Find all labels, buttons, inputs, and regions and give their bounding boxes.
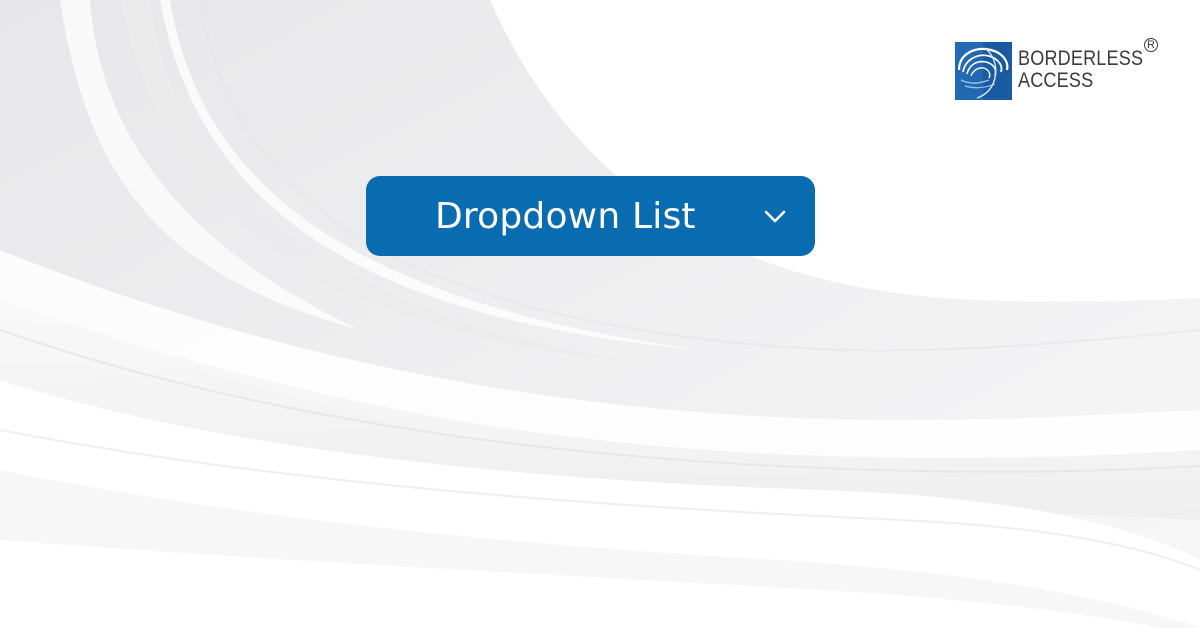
borderless-access-logo-icon bbox=[955, 42, 1012, 100]
registered-trademark-icon: R bbox=[1144, 38, 1158, 52]
brand-name-line2: ACCESS bbox=[1018, 69, 1094, 92]
chevron-down-icon bbox=[764, 210, 786, 223]
brand-logo: BORDERLESS ACCESS bbox=[955, 40, 1164, 100]
brand-name: BORDERLESS ACCESS bbox=[1018, 48, 1143, 92]
brand-name-line1: BORDERLESS bbox=[1018, 47, 1144, 70]
page-canvas: BORDERLESS ACCESS R Dropdown List bbox=[0, 0, 1200, 628]
dropdown-label: Dropdown List bbox=[435, 195, 696, 237]
dropdown-list-button[interactable]: Dropdown List bbox=[366, 176, 815, 256]
